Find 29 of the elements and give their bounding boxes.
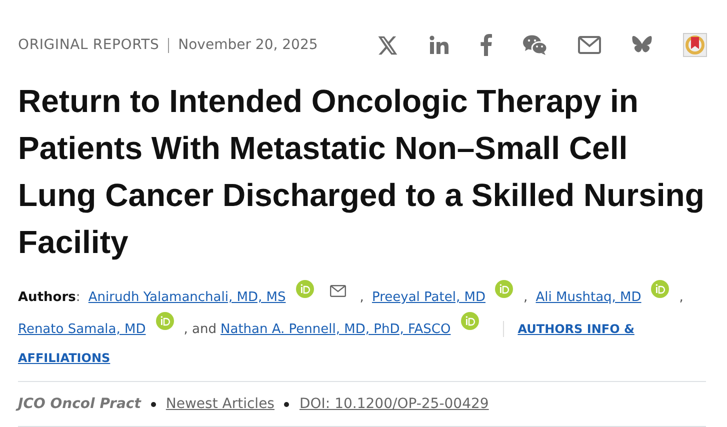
authors-info-link[interactable]: AUTHORS INFO & bbox=[518, 322, 634, 336]
author-link[interactable]: Nathan A. Pennell, MD, PhD, FASCO bbox=[220, 322, 451, 337]
publication-date: November 20, 2025 bbox=[178, 36, 318, 54]
butterfly-icon[interactable] bbox=[632, 36, 652, 54]
authors-info-link[interactable]: AFFILIATIONS bbox=[18, 351, 110, 365]
facebook-icon[interactable] bbox=[480, 34, 492, 56]
separator-text: : bbox=[76, 290, 82, 305]
separator-text: , and bbox=[184, 322, 216, 337]
chat-bubbles-icon[interactable] bbox=[523, 35, 547, 55]
bullet-icon bbox=[150, 402, 156, 406]
author-link[interactable]: Renato Samala, MD bbox=[18, 322, 146, 337]
section-label: ORIGINAL REPORTS bbox=[18, 36, 160, 54]
authors-label: Authors bbox=[18, 290, 76, 305]
author-link[interactable]: Preeyal Patel, MD bbox=[372, 290, 486, 305]
collection-link[interactable]: Newest Articles bbox=[166, 394, 274, 414]
separator-text: , bbox=[679, 290, 684, 305]
email-icon[interactable] bbox=[330, 285, 346, 297]
separator-text: , bbox=[523, 290, 529, 305]
bookmark-badge-icon[interactable] bbox=[683, 33, 707, 57]
linkedin-icon[interactable] bbox=[429, 35, 449, 55]
article-title: Return to Intended Oncologic Therapy in Patients With Metastatic Non–Small Cell Lung Cancer Discharged to a Skilled Nursing Facility bbox=[18, 82, 706, 262]
journal-name: JCO Oncol Pract bbox=[18, 394, 141, 414]
email-icon[interactable] bbox=[578, 36, 601, 54]
x-icon[interactable] bbox=[378, 36, 398, 54]
bullet-icon bbox=[284, 402, 290, 406]
doi-link[interactable]: DOI: 10.1200/OP-25-00429 bbox=[299, 394, 489, 414]
separator-text: , bbox=[360, 290, 365, 305]
author-link[interactable]: Ali Mushtaq, MD bbox=[536, 290, 642, 305]
author-link[interactable]: Anirudh Yalamanchali, MD, MS bbox=[88, 290, 286, 305]
